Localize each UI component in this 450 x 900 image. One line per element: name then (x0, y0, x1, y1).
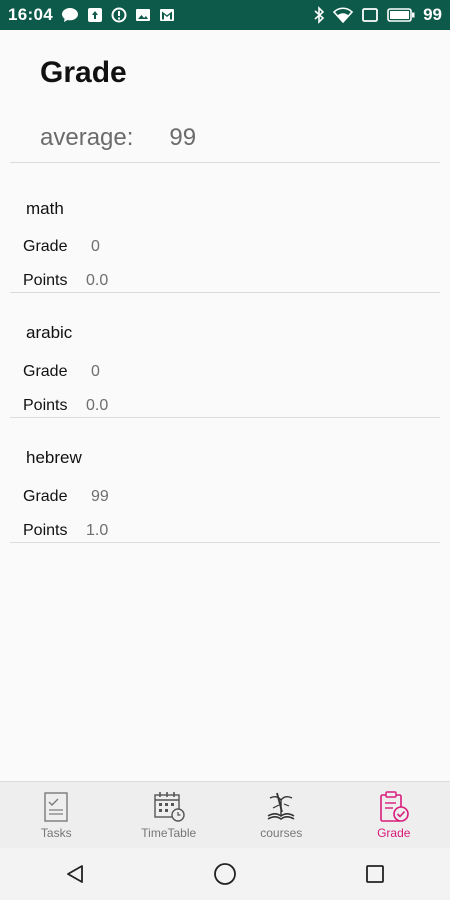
home-circle-icon (214, 863, 236, 885)
grade-icon (379, 791, 409, 822)
header-divider (10, 162, 440, 163)
recents-square-icon (366, 865, 384, 883)
nav-label-tasks: Tasks (40, 826, 72, 840)
course-card-arabic[interactable]: arabic Grade 0 Points 0.0 (0, 293, 450, 418)
nav-item-grade[interactable]: Grade (338, 782, 450, 848)
wifi-icon (333, 7, 354, 23)
course-name: arabic (26, 323, 73, 342)
grade-value: 0 (91, 238, 100, 255)
back-button[interactable] (55, 854, 95, 894)
battery-level: 99 (423, 5, 442, 24)
course-divider (10, 542, 440, 543)
recents-button[interactable] (355, 854, 395, 894)
courses-icon (267, 792, 295, 820)
notification-icon (87, 7, 103, 23)
nav-label-courses: courses (260, 826, 303, 840)
course-name: hebrew (26, 448, 82, 467)
clock: 16:04 (8, 5, 53, 24)
back-triangle-icon (67, 865, 83, 883)
grade-value: 0 (91, 363, 100, 380)
bottom-navigation: Tasks TimeTable courses Grade (0, 781, 450, 848)
course-name: math (26, 199, 64, 218)
page-title: Grade (40, 56, 127, 89)
status-bar-right: 99 (313, 5, 442, 25)
points-value: 0.0 (86, 397, 109, 414)
timetable-icon (154, 792, 185, 822)
screen-cast-icon (361, 7, 379, 23)
course-card-hebrew[interactable]: hebrew Grade 99 Points 1.0 (0, 418, 450, 543)
bluetooth-icon (313, 6, 325, 24)
grade-label: Grade (23, 363, 68, 380)
nav-label-timetable: TimeTable (141, 826, 197, 840)
home-button[interactable] (205, 854, 245, 894)
image-icon (135, 7, 151, 23)
chat-bubble-icon (61, 7, 79, 23)
nav-item-timetable[interactable]: TimeTable (113, 782, 226, 848)
status-bar-left: 16:04 (8, 5, 175, 25)
points-label: Points (23, 397, 68, 414)
points-label: Points (23, 522, 68, 539)
nav-item-courses[interactable]: courses (225, 782, 338, 848)
battery-icon (387, 8, 415, 22)
average-label: average: (40, 124, 134, 151)
grade-label: Grade (23, 488, 68, 505)
grade-value: 99 (91, 488, 109, 505)
tasks-icon (44, 792, 68, 822)
nav-item-tasks[interactable]: Tasks (0, 782, 113, 848)
system-navigation-bar (0, 848, 450, 900)
grade-label: Grade (23, 238, 68, 255)
nav-label-grade: Grade (377, 826, 411, 840)
gmail-icon (159, 7, 175, 23)
average-value: 99 (169, 124, 197, 151)
average-row: average: 99 (40, 124, 196, 152)
course-card-math[interactable]: math Grade 0 Points 0.0 (0, 168, 450, 293)
points-label: Points (23, 272, 68, 289)
alert-icon (111, 7, 127, 23)
points-value: 1.0 (86, 522, 109, 539)
status-bar: 16:04 99 (0, 0, 450, 30)
points-value: 0.0 (86, 272, 109, 289)
